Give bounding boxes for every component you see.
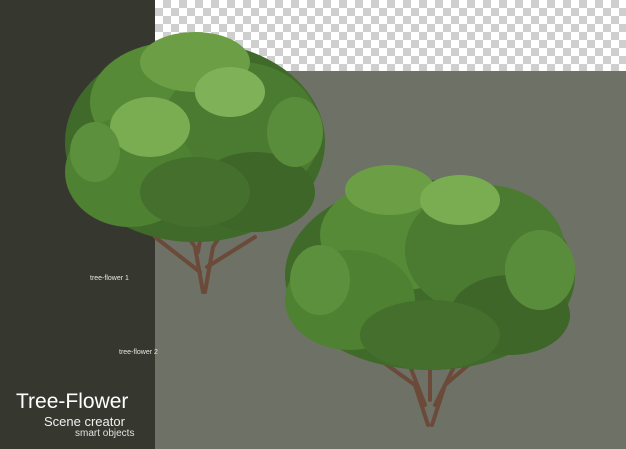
tree-flower-1-label: tree-flower 1: [90, 275, 129, 282]
tree-flower-2-image: [280, 160, 585, 430]
page-caption: smart objects: [75, 428, 135, 439]
page-title: Tree-Flower: [16, 390, 129, 413]
page-subtitle: Scene creator: [44, 414, 125, 429]
tree-flower-2-label: tree-flower 2: [119, 349, 158, 356]
